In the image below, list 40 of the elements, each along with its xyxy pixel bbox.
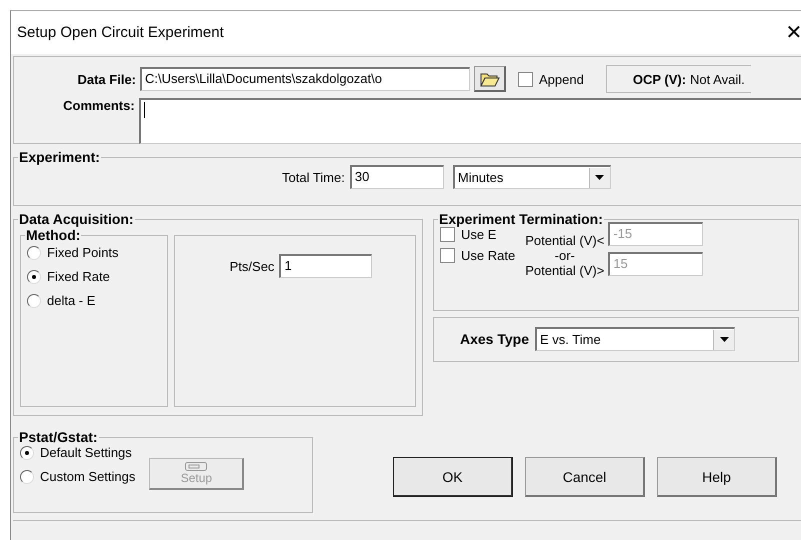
- ocp-label: OCP (V):: [632, 72, 686, 86]
- potential-lower-label: Potential (V)<: [525, 233, 604, 248]
- total-time-label: Total Time:: [282, 170, 345, 184]
- dropdown-arrow-icon: [720, 337, 728, 342]
- ocp-value: Not Avail.: [690, 72, 745, 86]
- potential-upper-label: Potential (V)>: [525, 263, 604, 278]
- data-file-field[interactable]: C:\Users\Lilla\Documents\szakdolgozat\o: [140, 67, 470, 91]
- comments-label: Comments:: [62, 98, 135, 113]
- pstat-radio[interactable]: Default Settings: [20, 445, 136, 460]
- total-time-field[interactable]: 30: [350, 165, 444, 189]
- termination-heading: Experiment Termination:: [438, 211, 604, 227]
- pstat-radio[interactable]: Custom Settings: [20, 469, 136, 484]
- axes-type-dropdown[interactable]: E vs. Time: [535, 327, 735, 351]
- window-title: Setup Open Circuit Experiment: [17, 24, 224, 41]
- data-acquisition-heading: Data Acquisition:: [18, 211, 135, 227]
- method-radio[interactable]: delta - E: [27, 293, 161, 308]
- termination-checkbox[interactable]: Use Rate: [440, 248, 516, 263]
- close-button[interactable]: ✕: [783, 20, 801, 45]
- text-cursor-icon: [144, 102, 145, 118]
- device-icon: [185, 462, 208, 471]
- or-label: -or-: [554, 248, 575, 263]
- dialog-button[interactable]: Help: [657, 457, 777, 497]
- dialog-button[interactable]: Cancel: [525, 457, 645, 497]
- pstat-heading: Pstat/Gstat:: [18, 429, 99, 445]
- browse-button[interactable]: [474, 66, 506, 92]
- method-heading: Method:: [25, 227, 82, 243]
- time-unit-dropdown[interactable]: Minutes: [452, 165, 611, 189]
- termination-checkbox[interactable]: Use E: [440, 227, 516, 242]
- pts-per-sec-label: Pts/Sec: [230, 258, 274, 274]
- method-radio[interactable]: Fixed Points: [27, 245, 161, 260]
- data-file-label: Data File:: [76, 72, 136, 86]
- axes-type-label: Axes Type: [460, 331, 529, 347]
- dropdown-arrow-icon: [595, 175, 604, 180]
- folder-icon: [480, 70, 500, 86]
- method-radio[interactable]: Fixed Rate: [27, 269, 161, 284]
- pts-per-sec-field[interactable]: 1: [279, 254, 372, 278]
- comments-field[interactable]: [138, 98, 801, 144]
- append-checkbox[interactable]: Append: [518, 72, 584, 86]
- experiment-heading: Experiment:: [18, 149, 101, 165]
- dialog-button[interactable]: OK: [393, 457, 513, 497]
